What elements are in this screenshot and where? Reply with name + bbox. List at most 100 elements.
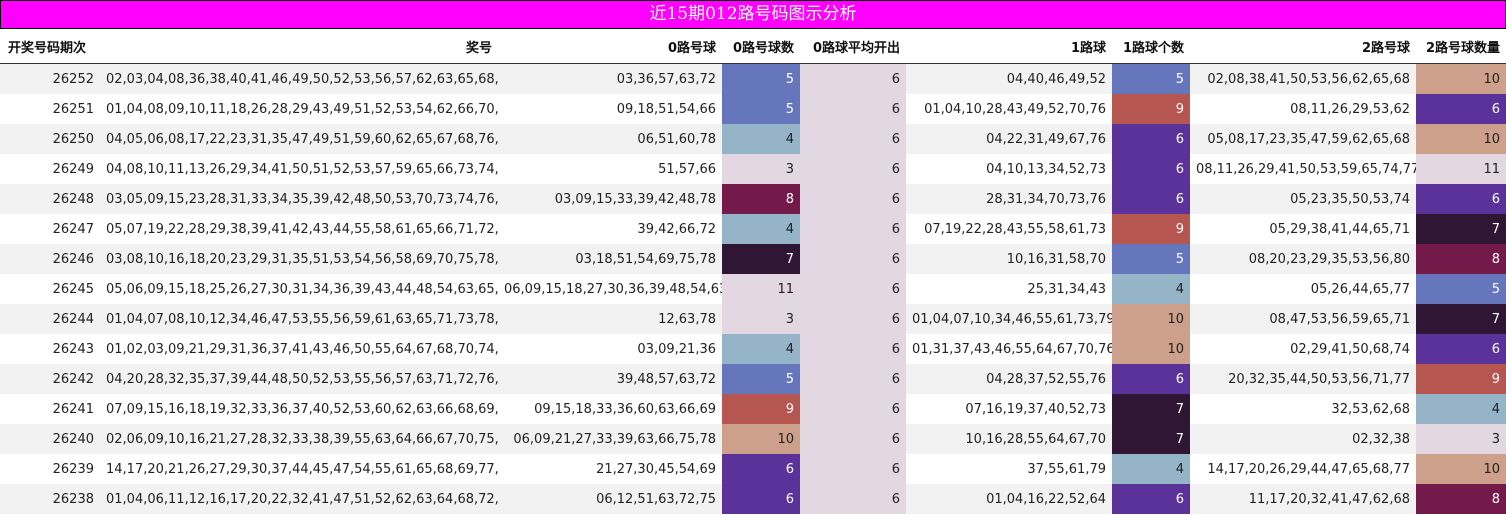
cell-route2: 02,29,41,50,68,74 <box>1190 334 1416 364</box>
header-route0: 0路号球 <box>498 29 722 64</box>
cell-route0-count: 5 <box>722 63 800 94</box>
cell-route1: 04,40,46,49,52 <box>906 63 1112 94</box>
cell-route0: 09,15,18,33,36,60,63,66,69 <box>498 394 722 424</box>
cell-route0: 06,09,15,18,27,30,36,39,48,54,63 <box>498 274 722 304</box>
table-row: 26244 01,04,07,08,10,12,34,46,47,53,55,56… <box>0 304 1506 334</box>
cell-route0-count: 4 <box>722 214 800 244</box>
cell-route1: 01,04,07,10,34,46,55,61,73,79 <box>906 304 1112 334</box>
cell-route2-count: 3 <box>1416 424 1506 454</box>
cell-route0: 39,42,66,72 <box>498 214 722 244</box>
table-row: 26243 01,02,03,09,21,29,31,36,37,41,43,46… <box>0 334 1506 364</box>
cell-route2: 02,32,38 <box>1190 424 1416 454</box>
cell-route2-count: 8 <box>1416 244 1506 274</box>
cell-numbers: 01,04,07,08,10,12,34,46,47,53,55,56,59,6… <box>100 304 498 334</box>
table-row: 26246 03,08,10,16,18,20,23,29,31,35,51,53… <box>0 244 1506 274</box>
cell-route2-count: 9 <box>1416 364 1506 394</box>
cell-numbers: 01,04,08,09,10,11,18,26,28,29,43,49,51,5… <box>100 94 498 124</box>
cell-route2-count: 10 <box>1416 454 1506 484</box>
cell-route0-count: 11 <box>722 274 800 304</box>
cell-route0: 03,18,51,54,69,75,78 <box>498 244 722 274</box>
cell-route2: 14,17,20,26,29,44,47,65,68,77 <box>1190 454 1416 484</box>
cell-route1-count: 9 <box>1112 94 1190 124</box>
cell-route1-count: 5 <box>1112 244 1190 274</box>
cell-route0-count: 9 <box>722 394 800 424</box>
cell-route0: 06,09,21,27,33,39,63,66,75,78 <box>498 424 722 454</box>
cell-route1-count: 6 <box>1112 364 1190 394</box>
cell-numbers: 01,04,06,11,12,16,17,20,22,32,41,47,51,5… <box>100 484 498 514</box>
table-row: 26240 02,06,09,10,16,21,27,28,32,33,38,39… <box>0 424 1506 454</box>
table-row: 26241 07,09,15,16,18,19,32,33,36,37,40,52… <box>0 394 1506 424</box>
cell-route1-count: 6 <box>1112 184 1190 214</box>
header-route2: 2路号球 <box>1190 29 1416 64</box>
cell-route2-count: 11 <box>1416 154 1506 184</box>
cell-route0: 06,51,60,78 <box>498 124 722 154</box>
cell-route0-count: 3 <box>722 154 800 184</box>
cell-route2: 08,11,26,29,53,62 <box>1190 94 1416 124</box>
cell-route2: 02,08,38,41,50,53,56,62,65,68 <box>1190 63 1416 94</box>
header-numbers: 奖号 <box>100 29 498 64</box>
cell-route0: 03,09,15,33,39,42,48,78 <box>498 184 722 214</box>
cell-route2: 11,17,20,32,41,47,62,68 <box>1190 484 1416 514</box>
cell-route0: 21,27,30,45,54,69 <box>498 454 722 484</box>
table-row: 26242 04,20,28,32,35,37,39,44,48,50,52,53… <box>0 364 1506 394</box>
cell-period: 26245 <box>0 274 100 304</box>
cell-route2: 08,11,26,29,41,50,53,59,65,74,77 <box>1190 154 1416 184</box>
cell-route2: 05,08,17,23,35,47,59,62,65,68 <box>1190 124 1416 154</box>
table-row: 26247 05,07,19,22,28,29,38,39,41,42,43,44… <box>0 214 1506 244</box>
cell-route0-avg: 6 <box>800 364 906 394</box>
cell-period: 26243 <box>0 334 100 364</box>
cell-route0-count: 6 <box>722 454 800 484</box>
cell-period: 26239 <box>0 454 100 484</box>
cell-period: 26244 <box>0 304 100 334</box>
cell-numbers: 04,08,10,11,13,26,29,34,41,50,51,52,53,5… <box>100 154 498 184</box>
cell-route1-count: 5 <box>1112 63 1190 94</box>
cell-route0-avg: 6 <box>800 424 906 454</box>
cell-route1: 10,16,28,55,64,67,70 <box>906 424 1112 454</box>
cell-route0-avg: 6 <box>800 304 906 334</box>
cell-route0: 09,18,51,54,66 <box>498 94 722 124</box>
cell-route2-count: 5 <box>1416 274 1506 304</box>
cell-route0-count: 6 <box>722 484 800 514</box>
cell-route0-avg: 6 <box>800 124 906 154</box>
cell-route0-avg: 6 <box>800 484 906 514</box>
cell-route0: 39,48,57,63,72 <box>498 364 722 394</box>
cell-numbers: 02,03,04,08,36,38,40,41,46,49,50,52,53,5… <box>100 63 498 94</box>
cell-route0: 12,63,78 <box>498 304 722 334</box>
cell-period: 26252 <box>0 63 100 94</box>
cell-route0-avg: 6 <box>800 214 906 244</box>
cell-period: 26247 <box>0 214 100 244</box>
cell-route0-avg: 6 <box>800 184 906 214</box>
cell-period: 26249 <box>0 154 100 184</box>
cell-route0-avg: 6 <box>800 94 906 124</box>
cell-numbers: 02,06,09,10,16,21,27,28,32,33,38,39,55,6… <box>100 424 498 454</box>
cell-route1-count: 4 <box>1112 454 1190 484</box>
cell-route0-count: 4 <box>722 334 800 364</box>
cell-period: 26248 <box>0 184 100 214</box>
cell-route2: 20,32,35,44,50,53,56,71,77 <box>1190 364 1416 394</box>
cell-period: 26240 <box>0 424 100 454</box>
cell-period: 26238 <box>0 484 100 514</box>
cell-route2-count: 7 <box>1416 214 1506 244</box>
cell-numbers: 07,09,15,16,18,19,32,33,36,37,40,52,53,6… <box>100 394 498 424</box>
cell-route1: 01,31,37,43,46,55,64,67,70,76 <box>906 334 1112 364</box>
table-body: 26252 02,03,04,08,36,38,40,41,46,49,50,52… <box>0 63 1506 514</box>
table-row: 26252 02,03,04,08,36,38,40,41,46,49,50,52… <box>0 63 1506 94</box>
table-row: 26250 04,05,06,08,17,22,23,31,35,47,49,51… <box>0 124 1506 154</box>
cell-route0-avg: 6 <box>800 274 906 304</box>
cell-route2: 08,20,23,29,35,53,56,80 <box>1190 244 1416 274</box>
cell-route2-count: 4 <box>1416 394 1506 424</box>
table-row: 26239 14,17,20,21,26,27,29,30,37,44,45,47… <box>0 454 1506 484</box>
table-row: 26249 04,08,10,11,13,26,29,34,41,50,51,52… <box>0 154 1506 184</box>
cell-route0-avg: 6 <box>800 154 906 184</box>
cell-period: 26242 <box>0 364 100 394</box>
cell-period: 26246 <box>0 244 100 274</box>
cell-route2: 05,23,35,50,53,74 <box>1190 184 1416 214</box>
table-row: 26238 01,04,06,11,12,16,17,20,22,32,41,47… <box>0 484 1506 514</box>
cell-numbers: 04,20,28,32,35,37,39,44,48,50,52,53,55,5… <box>100 364 498 394</box>
cell-route1: 04,28,37,52,55,76 <box>906 364 1112 394</box>
cell-route2-count: 6 <box>1416 184 1506 214</box>
cell-numbers: 03,08,10,16,18,20,23,29,31,35,51,53,54,5… <box>100 244 498 274</box>
cell-route2-count: 6 <box>1416 94 1506 124</box>
cell-route2-count: 10 <box>1416 63 1506 94</box>
table-row: 26248 03,05,09,15,23,28,31,33,34,35,39,42… <box>0 184 1506 214</box>
